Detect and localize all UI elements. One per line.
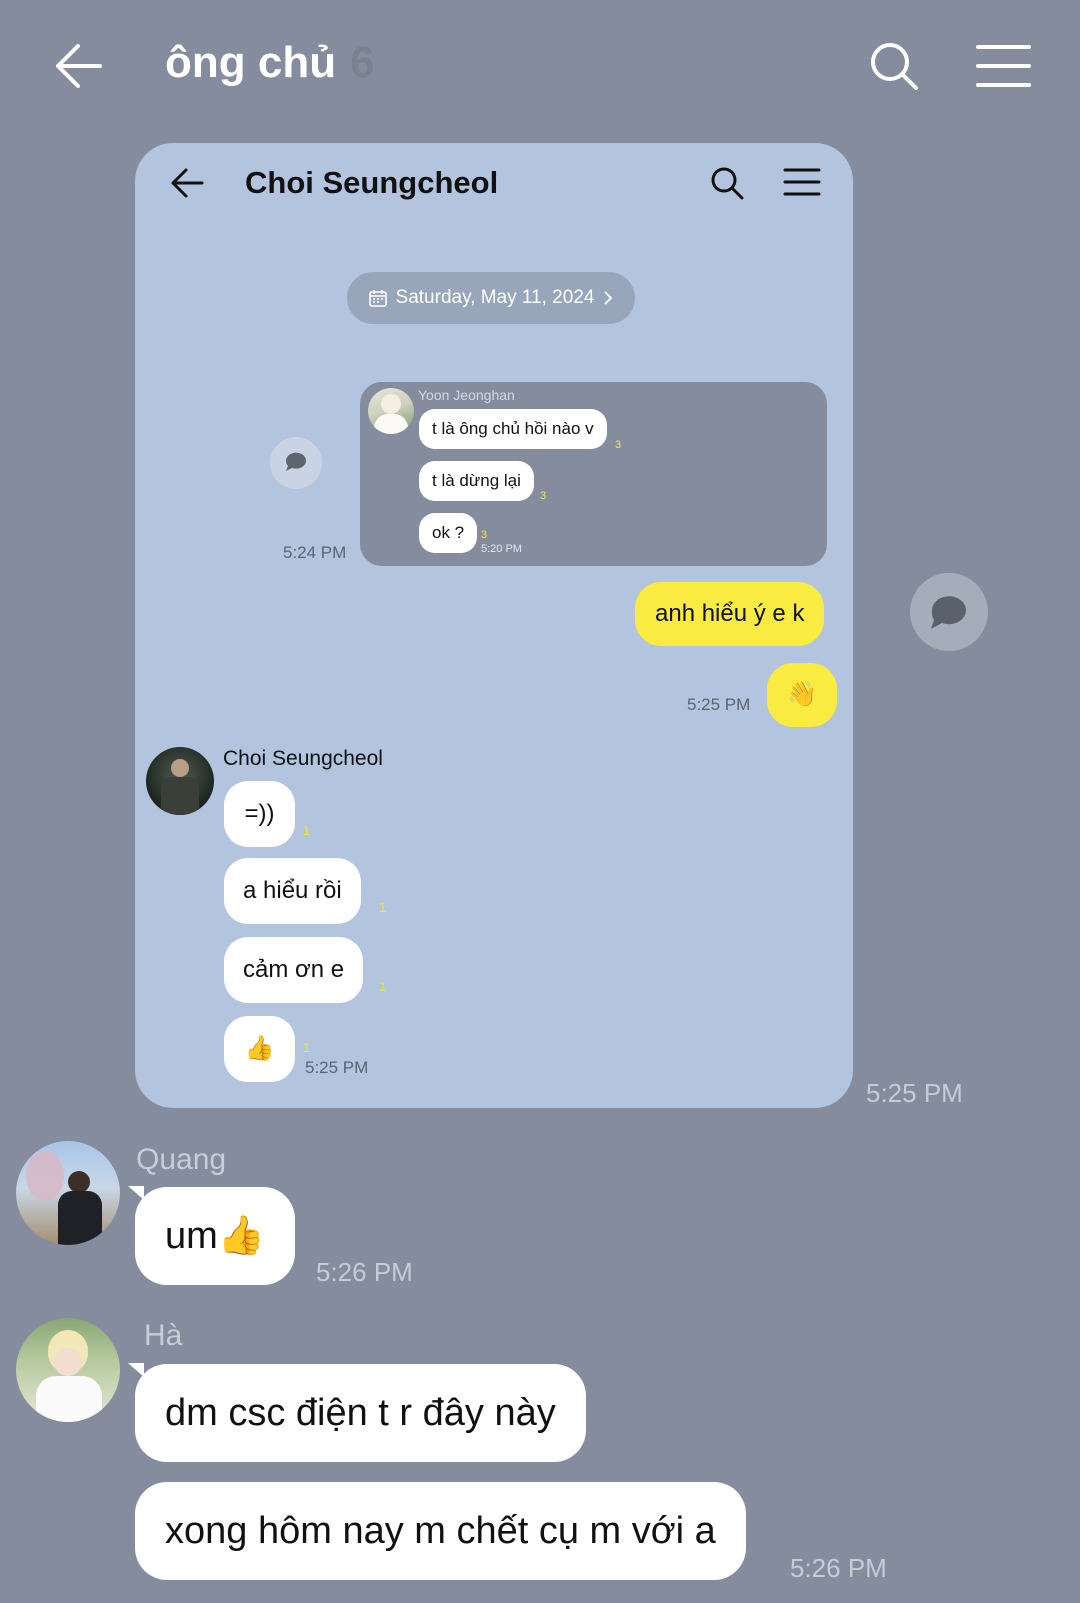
inner-chat-title: Choi Seungcheol bbox=[245, 165, 499, 200]
message-bubble[interactable]: dm csc điện t r đây này bbox=[135, 1364, 586, 1462]
my-message: anh hiểu ý e k bbox=[635, 582, 825, 646]
quoted-share-time: 5:24 PM bbox=[283, 543, 347, 562]
back-button[interactable] bbox=[52, 40, 104, 92]
back-arrow-icon bbox=[171, 168, 204, 198]
reply-message: =)) bbox=[224, 781, 295, 847]
search-icon bbox=[871, 43, 918, 90]
avatar[interactable] bbox=[16, 1141, 120, 1245]
calendar-icon bbox=[368, 290, 387, 307]
search-icon bbox=[711, 167, 744, 200]
wave-sticker: 👋 bbox=[767, 663, 837, 727]
message-bubble[interactable]: um👍 bbox=[135, 1187, 296, 1285]
read-count: 1 bbox=[379, 900, 387, 915]
avatar[interactable] bbox=[16, 1318, 120, 1422]
reply-message: a hiểu rồi bbox=[224, 858, 361, 924]
read-count: 3 bbox=[540, 490, 547, 502]
sender-name: Quang bbox=[136, 1143, 227, 1176]
menu-button[interactable] bbox=[976, 44, 1031, 89]
reply-sender: Choi Seungcheol bbox=[223, 747, 383, 770]
message-time: 5:26 PM bbox=[790, 1553, 887, 1583]
quoted-sender: Yoon Jeonghan bbox=[418, 387, 515, 403]
chat-title: ông chủ 6 bbox=[165, 38, 375, 88]
search-button[interactable] bbox=[868, 40, 920, 92]
read-count: 1 bbox=[303, 823, 311, 838]
read-count: 3 bbox=[615, 439, 622, 451]
read-count: 1 bbox=[379, 979, 387, 994]
reply-message: cảm ơn e bbox=[224, 937, 364, 1003]
chevron-right-icon bbox=[604, 291, 613, 305]
quoted-message: t là ông chủ hồi nào v bbox=[419, 409, 607, 449]
reply-time: 5:25 PM bbox=[305, 1058, 369, 1077]
quoted-message: t là dừng lại bbox=[419, 461, 534, 501]
my-message-time: 5:25 PM bbox=[687, 695, 751, 714]
quoted-messages: Yoon Jeonghan t là ông chủ hồi nào v 3 t… bbox=[360, 382, 827, 566]
quoted-message: ok ? bbox=[419, 513, 478, 553]
speech-bubble-icon bbox=[931, 596, 966, 629]
share-bubble-icon bbox=[270, 437, 322, 489]
back-arrow-icon bbox=[56, 44, 102, 88]
sender-name: Hà bbox=[144, 1319, 183, 1352]
read-count: 3 bbox=[481, 529, 488, 541]
avatar bbox=[368, 388, 414, 434]
quoted-time: 5:20 PM bbox=[481, 543, 522, 555]
member-count: 6 bbox=[350, 38, 375, 87]
date-pill: Saturday, May 11, 2024 bbox=[347, 272, 635, 324]
message-bubble[interactable]: xong hôm nay m chết cụ m với a bbox=[135, 1482, 746, 1580]
menu-icon bbox=[976, 45, 1031, 87]
shared-image-time: 5:25 PM bbox=[866, 1078, 963, 1108]
thumbs-up-sticker: 👍 bbox=[224, 1016, 295, 1082]
date-label: Saturday, May 11, 2024 bbox=[395, 287, 595, 308]
chat-title-text: ông chủ bbox=[165, 38, 337, 87]
read-count: 1 bbox=[303, 1040, 311, 1055]
menu-icon bbox=[783, 168, 821, 196]
shared-image[interactable]: Choi Seungcheol Saturday, May 11, 2024 5… bbox=[135, 143, 853, 1108]
avatar bbox=[146, 747, 214, 815]
share-button[interactable] bbox=[910, 573, 988, 651]
message-time: 5:26 PM bbox=[316, 1257, 413, 1287]
